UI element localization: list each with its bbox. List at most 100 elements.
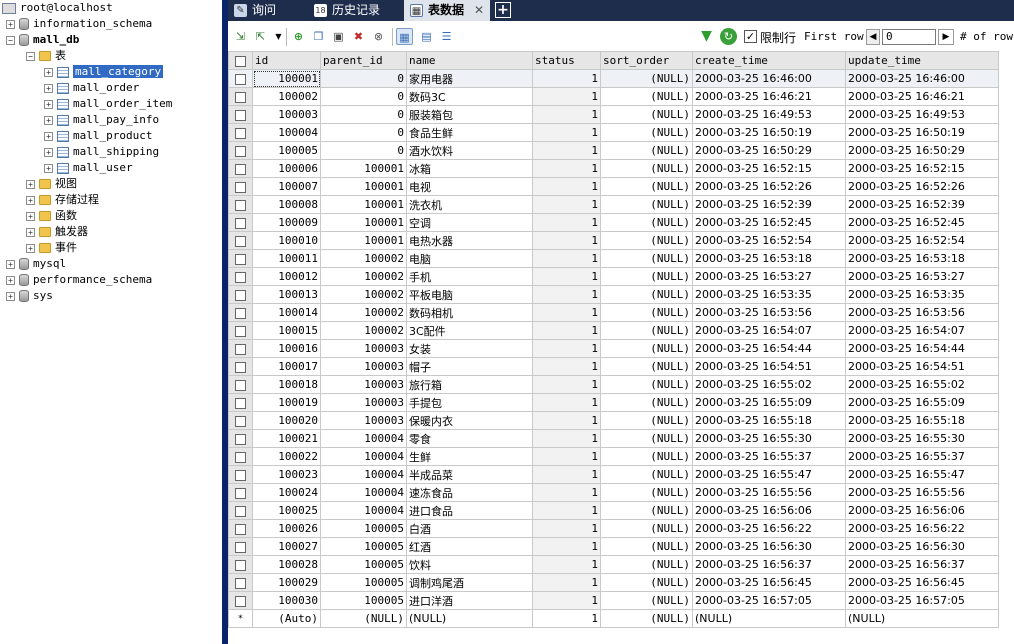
table-row[interactable]: 100021 100004 零食 1 (NULL) 2000-03-25 16:55:30… xyxy=(228,429,999,448)
cell-name[interactable]: 酒水饮料 xyxy=(406,141,533,160)
cell-id[interactable]: 100002 xyxy=(252,87,321,106)
cell-name[interactable]: 进口食品 xyxy=(406,501,533,520)
cell-parent_id[interactable]: 100004 xyxy=(320,465,407,484)
table-row[interactable]: 100019 100003 手提包 1 (NULL) 2000-03-25 16:55:0… xyxy=(228,393,999,412)
cell-name[interactable]: 调制鸡尾酒 xyxy=(406,573,533,592)
delete-icon[interactable]: ✖ xyxy=(350,28,367,45)
cell-name[interactable]: 数码3C xyxy=(406,87,533,106)
cell-sort_order[interactable]: (NULL) xyxy=(600,321,693,340)
cell-parent_id[interactable]: 100005 xyxy=(320,555,407,574)
cell-name[interactable]: 3C配件 xyxy=(406,321,533,340)
cell-status[interactable]: 1 xyxy=(532,213,601,232)
expand-icon[interactable]: + xyxy=(6,259,15,269)
cell-create_time[interactable]: 2000-03-25 16:53:27 xyxy=(692,267,846,286)
cell-parent_id[interactable]: 100003 xyxy=(320,393,407,412)
cell-sort_order[interactable]: (NULL) xyxy=(600,141,693,160)
row-checkbox[interactable] xyxy=(228,501,253,520)
cell-id[interactable]: 100026 xyxy=(252,519,321,538)
cell-parent_id[interactable]: 100005 xyxy=(320,537,407,556)
cell-update_time[interactable]: 2000-03-25 16:55:18 xyxy=(845,411,999,430)
cell-sort_order[interactable]: (NULL) xyxy=(600,393,693,412)
table-row[interactable]: 100017 100003 帽子 1 (NULL) 2000-03-25 16:54:51… xyxy=(228,357,999,376)
table-row[interactable]: 100001 0 家用电器 1 (NULL) 2000-03-25 16:46:00 200… xyxy=(228,69,999,88)
cell-sort_order[interactable]: (NULL) xyxy=(600,537,693,556)
cell-update_time[interactable]: 2000-03-25 16:53:27 xyxy=(845,267,999,286)
row-checkbox[interactable] xyxy=(228,267,253,286)
cell-update_time[interactable]: 2000-03-25 16:56:37 xyxy=(845,555,999,574)
row-checkbox[interactable] xyxy=(228,483,253,502)
expand-icon[interactable]: + xyxy=(44,83,53,93)
column-header[interactable]: status xyxy=(532,51,601,70)
row-checkbox[interactable] xyxy=(228,123,253,142)
row-checkbox[interactable] xyxy=(228,213,253,232)
cell-sort_order[interactable]: (NULL) xyxy=(600,573,693,592)
tree-node-db-performance-schema[interactable]: + performance_schema xyxy=(6,272,152,288)
cell-update_time[interactable]: 2000-03-25 16:56:06 xyxy=(845,501,999,520)
cell-parent_id[interactable]: 100001 xyxy=(320,195,407,214)
cell-update_time[interactable]: 2000-03-25 16:52:45 xyxy=(845,213,999,232)
cell-id[interactable]: 100025 xyxy=(252,501,321,520)
cell-id[interactable]: 100021 xyxy=(252,429,321,448)
cell-update_time[interactable]: 2000-03-25 16:55:37 xyxy=(845,447,999,466)
tree-node-table[interactable]: + mall_product xyxy=(44,128,152,144)
cell-name[interactable]: 手提包 xyxy=(406,393,533,412)
cell-create_time[interactable]: 2000-03-25 16:55:09 xyxy=(692,393,846,412)
expand-icon[interactable]: + xyxy=(44,115,53,125)
table-row[interactable]: 100028 100005 饮料 1 (NULL) 2000-03-25 16:56:37… xyxy=(228,555,999,574)
cell-create_time[interactable]: 2000-03-25 16:46:21 xyxy=(692,87,846,106)
cell-create_time[interactable]: 2000-03-25 16:54:07 xyxy=(692,321,846,340)
cell-parent_id[interactable]: 100005 xyxy=(320,573,407,592)
cell-parent_id[interactable]: 0 xyxy=(320,87,407,106)
cell-parent_id[interactable]: 100001 xyxy=(320,231,407,250)
cell-create_time[interactable]: 2000-03-25 16:52:54 xyxy=(692,231,846,250)
cell-sort_order[interactable]: (NULL) xyxy=(600,555,693,574)
cell-create_time[interactable]: 2000-03-25 16:54:51 xyxy=(692,357,846,376)
cell-parent_id[interactable]: 100004 xyxy=(320,429,407,448)
cell-name[interactable]: 电热水器 xyxy=(406,231,533,250)
cell-create_time[interactable]: 2000-03-25 16:46:00 xyxy=(692,69,846,88)
row-checkbox[interactable] xyxy=(228,87,253,106)
cell-update_time[interactable]: 2000-03-25 16:57:05 xyxy=(845,591,999,610)
cell-create_time[interactable]: 2000-03-25 16:52:15 xyxy=(692,159,846,178)
cell-update_time[interactable]: 2000-03-25 16:52:15 xyxy=(845,159,999,178)
cell-id[interactable]: 100015 xyxy=(252,321,321,340)
cell-update_time[interactable]: 2000-03-25 16:54:07 xyxy=(845,321,999,340)
cell-sort_order[interactable]: (NULL) xyxy=(600,249,693,268)
cell-parent_id[interactable]: 100002 xyxy=(320,285,407,304)
save-icon[interactable]: ▣ xyxy=(330,28,347,45)
previous-page-button[interactable]: ◀ xyxy=(866,29,880,45)
cell-status[interactable]: 1 xyxy=(532,69,601,88)
table-row[interactable]: 100010 100001 电热水器 1 (NULL) 2000-03-25 16:52:… xyxy=(228,231,999,250)
row-checkbox[interactable] xyxy=(228,69,253,88)
cell-name[interactable]: 零食 xyxy=(406,429,533,448)
expand-icon[interactable]: + xyxy=(6,19,15,29)
row-checkbox[interactable] xyxy=(228,375,253,394)
cell-update_time[interactable]: 2000-03-25 16:55:02 xyxy=(845,375,999,394)
row-checkbox[interactable] xyxy=(228,159,253,178)
cell-name[interactable]: 白酒 xyxy=(406,519,533,538)
expand-icon[interactable]: + xyxy=(26,179,35,189)
expand-icon[interactable]: + xyxy=(26,211,35,221)
tree-node-table[interactable]: + mall_order xyxy=(44,80,139,96)
cell-name[interactable]: 服装箱包 xyxy=(406,105,533,124)
duplicate-row-icon[interactable]: ❐ xyxy=(310,28,327,45)
cell-parent_id[interactable]: 100003 xyxy=(320,357,407,376)
table-row[interactable]: 100006 100001 冰箱 1 (NULL) 2000-03-25 16:52:15… xyxy=(228,159,999,178)
tab-history[interactable]: 18 历史记录 xyxy=(308,0,400,21)
cell-name[interactable]: 速冻食品 xyxy=(406,483,533,502)
table-row[interactable]: 100026 100005 白酒 1 (NULL) 2000-03-25 16:56:22… xyxy=(228,519,999,538)
tree-node-table[interactable]: + mall_shipping xyxy=(44,144,159,160)
row-checkbox[interactable] xyxy=(228,573,253,592)
row-checkbox[interactable] xyxy=(228,519,253,538)
cell-update_time[interactable]: 2000-03-25 16:53:35 xyxy=(845,285,999,304)
cell-sort_order[interactable]: (NULL) xyxy=(600,429,693,448)
expand-icon[interactable]: + xyxy=(6,275,15,285)
cell-id[interactable]: 100006 xyxy=(252,159,321,178)
cell-name[interactable]: 电视 xyxy=(406,177,533,196)
cell-create_time[interactable]: 2000-03-25 16:53:56 xyxy=(692,303,846,322)
table-row[interactable]: 100022 100004 生鲜 1 (NULL) 2000-03-25 16:55:37… xyxy=(228,447,999,466)
cell-name[interactable]: 食品生鲜 xyxy=(406,123,533,142)
tree-node-table[interactable]: + mall_user xyxy=(44,160,133,176)
row-checkbox[interactable] xyxy=(228,447,253,466)
cell-create_time[interactable]: 2000-03-25 16:56:37 xyxy=(692,555,846,574)
